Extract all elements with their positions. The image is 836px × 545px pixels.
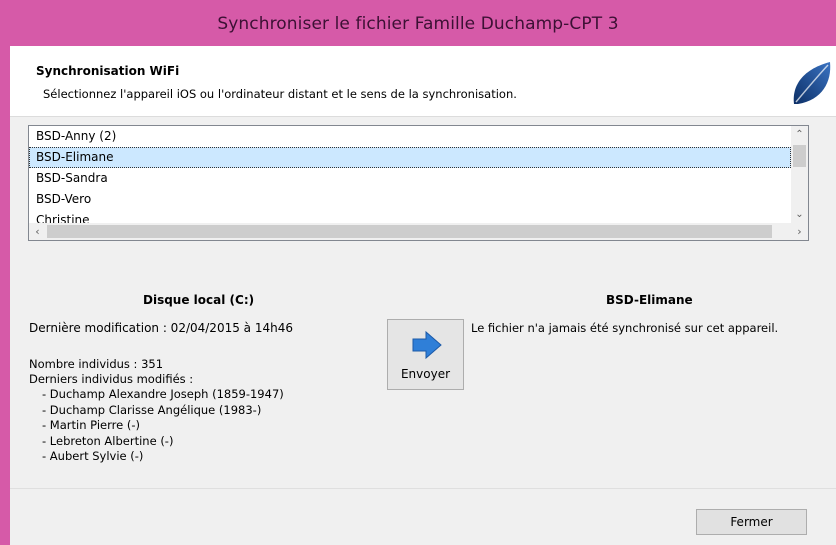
device-list-items: BSD-Anny (2) BSD-Elimane BSD-Sandra BSD-Ver… — [29, 126, 791, 223]
horizontal-scrollbar[interactable]: ‹ › — [29, 223, 808, 240]
scroll-right-icon[interactable]: › — [791, 223, 808, 240]
dialog-body: Synchronisation WiFi Sélectionnez l'appa… — [10, 46, 836, 545]
horizontal-scroll-thumb[interactable] — [47, 225, 772, 238]
list-item: - Aubert Sylvie (-) — [42, 449, 144, 463]
scroll-up-icon[interactable]: ⌃ — [791, 126, 808, 143]
window-title: Synchroniser le fichier Famille Duchamp-… — [217, 14, 619, 34]
device-list-item[interactable]: BSD-Elimane — [29, 147, 791, 168]
modified-individuals-list: - Duchamp Alexandre Joseph (1859-1947) -… — [42, 387, 284, 465]
device-list[interactable]: BSD-Anny (2) BSD-Elimane BSD-Sandra BSD-Ver… — [28, 125, 809, 241]
header-title: Synchronisation WiFi — [36, 64, 180, 78]
dialog-header: Synchronisation WiFi Sélectionnez l'appa… — [10, 46, 836, 117]
device-list-item[interactable]: BSD-Vero — [29, 189, 791, 210]
scroll-down-icon[interactable]: ⌄ — [791, 206, 808, 223]
scroll-left-icon[interactable]: ‹ — [29, 223, 46, 240]
arrow-right-icon — [412, 330, 442, 360]
device-list-item[interactable]: Christine — [29, 210, 791, 223]
list-item: - Lebreton Albertine (-) — [42, 433, 174, 448]
close-button[interactable]: Fermer — [696, 509, 807, 535]
footer-divider — [10, 488, 836, 489]
modified-individuals-label: Derniers individus modifiés : — [29, 372, 194, 386]
send-label: Envoyer — [400, 367, 451, 381]
remote-device-title: BSD-Elimane — [606, 293, 693, 307]
device-list-item[interactable]: BSD-Sandra — [29, 168, 791, 189]
header-subtitle: Sélectionnez l'appareil iOS ou l'ordinat… — [43, 87, 517, 101]
list-item: - Duchamp Alexandre Joseph (1859-1947) — [42, 387, 284, 401]
device-list-item[interactable]: BSD-Anny (2) — [29, 126, 791, 147]
local-disk-title: Disque local (C:) — [143, 293, 255, 307]
remote-sync-message: Le fichier n'a jamais été synchronisé su… — [471, 321, 779, 335]
vertical-scroll-thumb[interactable] — [793, 145, 806, 167]
title-bar[interactable]: Synchroniser le fichier Famille Duchamp-… — [0, 0, 836, 46]
individuals-count: Nombre individus : 351 — [29, 357, 164, 371]
leaf-logo-icon — [790, 60, 832, 106]
send-button[interactable]: Envoyer — [387, 319, 464, 390]
last-modified-text: Dernière modification : 02/04/2015 à 14h… — [29, 321, 293, 335]
list-item: - Duchamp Clarisse Angélique (1983-) — [42, 402, 262, 417]
list-item: - Martin Pierre (-) — [42, 418, 140, 432]
vertical-scrollbar[interactable]: ⌃ ⌄ — [791, 126, 808, 223]
